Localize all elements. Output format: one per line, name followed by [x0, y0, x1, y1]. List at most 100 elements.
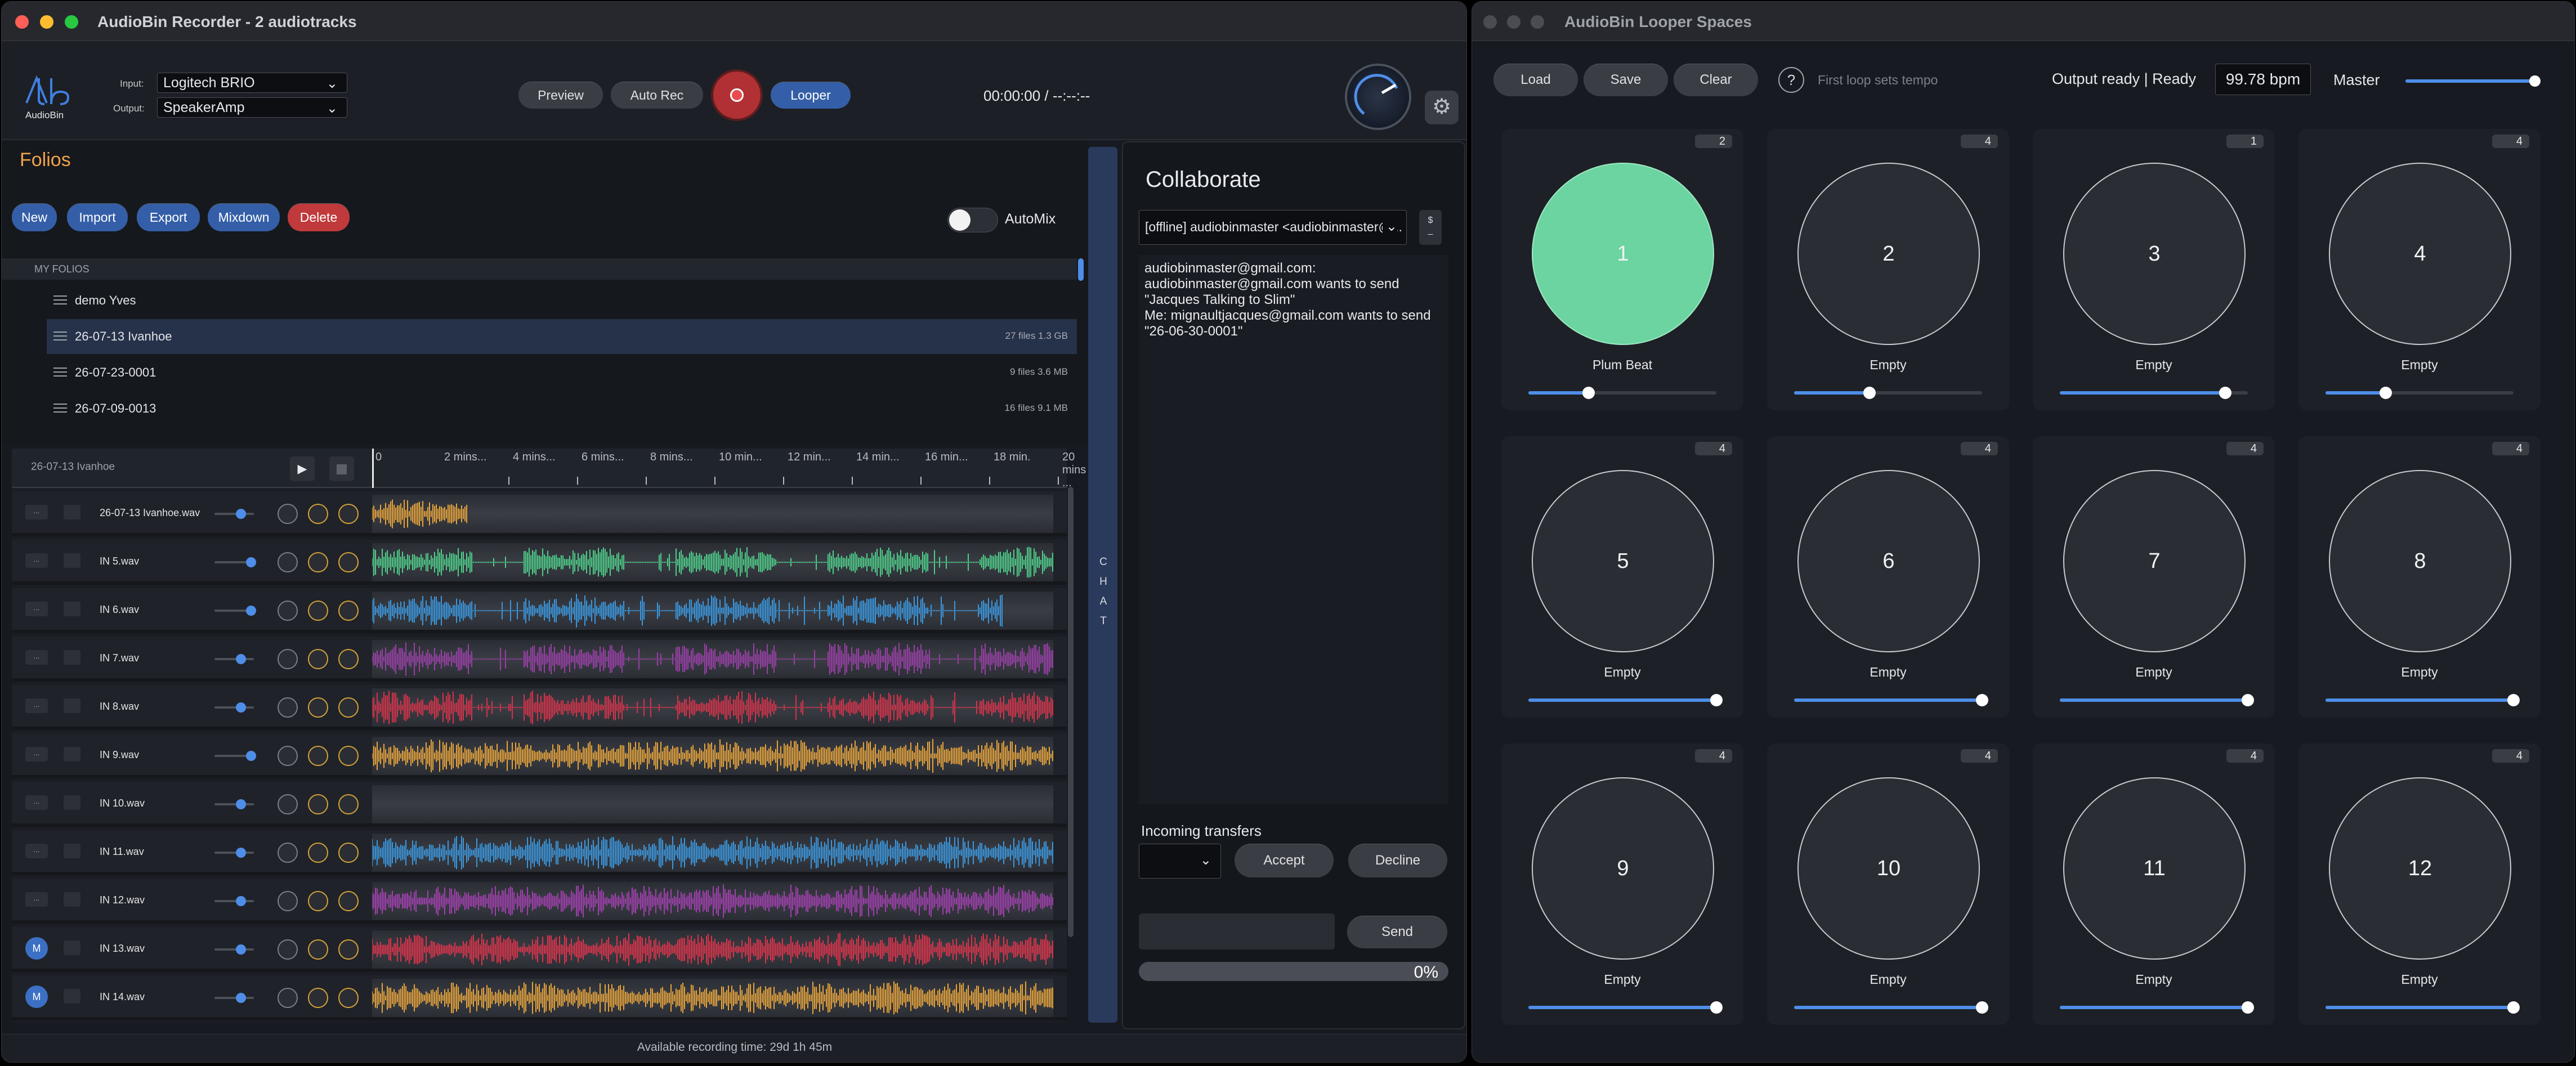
zoom-window-button[interactable] [65, 15, 78, 29]
track-waveform[interactable] [372, 640, 1053, 678]
send-knob[interactable] [338, 746, 359, 766]
slider-thumb[interactable] [1582, 387, 1595, 399]
slider-thumb[interactable] [1976, 694, 1988, 706]
zoom-window-button[interactable] [1531, 15, 1544, 29]
track-volume-fader[interactable] [214, 702, 254, 713]
monitor-button[interactable] [64, 650, 80, 665]
stop-button[interactable] [329, 456, 354, 481]
loop-pad-7[interactable]: 7 [2063, 470, 2246, 652]
track-volume-fader[interactable] [214, 848, 254, 858]
folio-list-item[interactable]: 26-07-13 Ivanhoe 27 files 1.3 GB [47, 319, 1077, 354]
pan-knob[interactable] [278, 746, 298, 766]
loop-pad-2[interactable]: 2 [1797, 163, 1980, 345]
peer-select[interactable]: [offline] audiobinmaster <audiobinmaster… [1139, 210, 1407, 245]
decline-button[interactable]: Decline [1348, 844, 1447, 877]
more-button[interactable]: ... [25, 747, 48, 762]
folios-scrollbar[interactable] [1078, 258, 1084, 281]
send-knob[interactable] [338, 649, 359, 669]
fader-thumb[interactable] [236, 896, 246, 906]
drag-handle-icon[interactable] [53, 332, 67, 341]
pan-knob[interactable] [278, 794, 298, 814]
monitor-button[interactable] [64, 747, 80, 762]
preview-button[interactable]: Preview [518, 82, 603, 109]
fader-thumb[interactable] [236, 993, 246, 1003]
track-waveform[interactable] [372, 834, 1053, 872]
fader-thumb[interactable] [246, 751, 256, 761]
output-select[interactable]: SpeakerAmp ⌄ [157, 97, 347, 118]
loop-pad-5[interactable]: 5 [1532, 470, 1714, 652]
send-knob[interactable] [338, 891, 359, 911]
track-volume-fader[interactable] [214, 799, 254, 809]
load-button[interactable]: Load [1493, 64, 1578, 96]
chat-tab[interactable]: CHAT [1088, 147, 1117, 1023]
loop-pad-12[interactable]: 12 [2329, 777, 2511, 960]
monitor-button[interactable] [64, 698, 80, 713]
monitor-button[interactable] [64, 602, 80, 616]
slider-thumb[interactable] [1710, 1001, 1723, 1014]
input-select[interactable]: Logitech BRIO ⌄ [157, 73, 347, 93]
drag-handle-icon[interactable] [53, 368, 67, 377]
pan-knob[interactable] [278, 552, 298, 572]
send-knob[interactable] [338, 794, 359, 814]
gain-knob[interactable] [308, 649, 328, 669]
loop-pad-4[interactable]: 4 [2329, 163, 2511, 345]
send-knob[interactable] [338, 504, 359, 524]
track-volume-fader[interactable] [214, 557, 256, 567]
fader-thumb[interactable] [236, 848, 246, 858]
loop-pad-6[interactable]: 6 [1797, 470, 1980, 652]
loop-volume-slider[interactable] [2325, 694, 2520, 706]
monitor-button[interactable] [64, 795, 80, 810]
slider-thumb[interactable] [2507, 1001, 2520, 1014]
record-button[interactable] [713, 71, 761, 119]
slider-thumb[interactable] [2507, 694, 2520, 706]
more-button[interactable]: ... [25, 553, 48, 568]
send-knob[interactable] [338, 939, 359, 960]
bpm-display[interactable]: 99.78 bpm [2215, 64, 2311, 95]
mute-button[interactable]: M [25, 937, 48, 960]
more-button[interactable]: ... [25, 505, 48, 519]
track-waveform[interactable] [372, 979, 1053, 1017]
slider-thumb[interactable] [2529, 75, 2541, 87]
pan-knob[interactable] [278, 843, 298, 863]
accept-button[interactable]: Accept [1235, 844, 1334, 877]
monitor-button[interactable] [64, 892, 80, 907]
close-window-button[interactable] [15, 15, 29, 29]
send-knob[interactable] [338, 697, 359, 718]
more-button[interactable]: ... [25, 844, 48, 858]
save-button[interactable]: Save [1584, 64, 1668, 96]
slider-thumb[interactable] [2242, 1001, 2254, 1014]
track-waveform[interactable] [372, 592, 1053, 630]
pan-knob[interactable] [278, 697, 298, 718]
loop-volume-slider[interactable] [1528, 1001, 1723, 1014]
send-knob[interactable] [338, 552, 359, 572]
loop-pad-10[interactable]: 10 [1797, 777, 1980, 960]
track-waveform[interactable] [372, 688, 1053, 727]
loop-volume-slider[interactable] [2060, 387, 2248, 399]
slider-thumb[interactable] [2219, 387, 2231, 399]
pan-knob[interactable] [278, 504, 298, 524]
monitor-button[interactable] [64, 844, 80, 858]
slider-thumb[interactable] [2379, 387, 2392, 399]
track-waveform[interactable] [372, 930, 1053, 969]
fader-thumb[interactable] [246, 606, 256, 616]
automix-toggle[interactable] [947, 208, 998, 232]
pan-knob[interactable] [278, 601, 298, 621]
drag-handle-icon[interactable] [53, 404, 67, 413]
more-button[interactable]: ... [25, 795, 48, 810]
gain-knob[interactable] [308, 504, 328, 524]
folio-list-item[interactable]: 26-07-09-0013 16 files 9.1 MB [47, 391, 1077, 426]
peer-side-button[interactable]: $ _ [1419, 210, 1442, 245]
track-waveform[interactable] [372, 737, 1053, 775]
gain-knob[interactable] [308, 552, 328, 572]
track-volume-fader[interactable] [214, 896, 254, 906]
track-waveform[interactable] [372, 543, 1053, 581]
timeline-ticks[interactable]: 0 2 mins... 4 mins... 6 mins... 8 mins... 10 … [372, 449, 1128, 489]
fader-thumb[interactable] [236, 509, 246, 519]
loop-volume-slider[interactable] [1794, 387, 1982, 399]
fader-thumb[interactable] [236, 702, 246, 713]
loop-pad-9[interactable]: 9 [1532, 777, 1714, 960]
monitor-button[interactable] [64, 505, 80, 519]
loop-volume-slider[interactable] [2325, 1001, 2520, 1014]
folio-list-item[interactable]: demo Yves [47, 283, 1077, 318]
slider-thumb[interactable] [1710, 694, 1723, 706]
